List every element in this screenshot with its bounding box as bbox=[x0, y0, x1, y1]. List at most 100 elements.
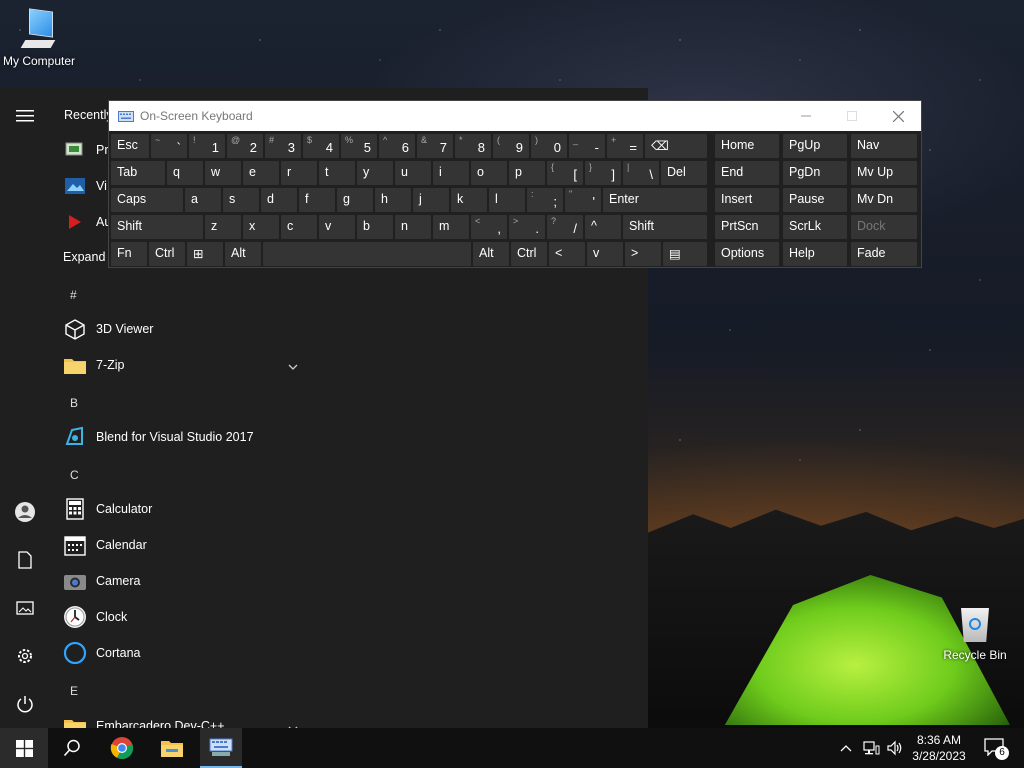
network-icon[interactable] bbox=[860, 728, 882, 768]
desktop-icon-recycle-bin[interactable]: Recycle Bin bbox=[940, 602, 1010, 662]
osk-key[interactable]: < bbox=[549, 242, 585, 266]
osk-key[interactable]: y bbox=[357, 161, 393, 185]
osk-key[interactable]: p bbox=[509, 161, 545, 185]
osk-key[interactable]: Alt bbox=[225, 242, 261, 266]
section-header-b[interactable]: B bbox=[70, 396, 78, 410]
app-item-cortana[interactable]: Cortana bbox=[50, 635, 310, 671]
osk-key[interactable]: d bbox=[261, 188, 297, 212]
osk-key[interactable]: " ' bbox=[565, 188, 601, 212]
show-hidden-icons-chevron-up-icon[interactable] bbox=[836, 728, 856, 768]
documents-icon[interactable] bbox=[0, 538, 50, 582]
chevron-down-icon[interactable] bbox=[288, 358, 298, 376]
power-icon[interactable] bbox=[0, 682, 50, 726]
osk-key[interactable]: f bbox=[299, 188, 335, 212]
osk-key[interactable]: | \ bbox=[623, 161, 659, 185]
osk-key[interactable]: g bbox=[337, 188, 373, 212]
close-button[interactable] bbox=[875, 101, 921, 131]
volume-icon[interactable] bbox=[884, 728, 906, 768]
osk-key[interactable]: v bbox=[587, 242, 623, 266]
osk-key[interactable]: & 7 bbox=[417, 134, 453, 158]
osk-key[interactable]: Mv Dn bbox=[851, 188, 917, 212]
osk-key[interactable]: Insert bbox=[715, 188, 779, 212]
app-item-7zip[interactable]: 7-Zip bbox=[50, 347, 300, 383]
app-item-camera[interactable]: Camera bbox=[50, 563, 310, 599]
osk-key[interactable]: k bbox=[451, 188, 487, 212]
app-item-blend[interactable]: Blend for Visual Studio 2017 bbox=[50, 419, 350, 455]
app-item-clock[interactable]: Clock bbox=[50, 599, 310, 635]
osk-key[interactable]: ScrLk bbox=[783, 215, 847, 239]
section-header-hash[interactable]: # bbox=[70, 288, 77, 302]
desktop-icon-my-computer[interactable]: My Computer bbox=[0, 8, 78, 68]
osk-key[interactable]: ~ ` bbox=[151, 134, 187, 158]
osk-key[interactable]: Fade bbox=[851, 242, 917, 266]
osk-key[interactable]: ⊞ bbox=[187, 242, 223, 266]
taskbar-file-explorer[interactable] bbox=[148, 728, 196, 768]
osk-key[interactable]: Tab bbox=[111, 161, 165, 185]
osk-key[interactable]: Ctrl bbox=[511, 242, 547, 266]
osk-key[interactable]: w bbox=[205, 161, 241, 185]
user-avatar-icon[interactable] bbox=[0, 490, 50, 534]
osk-key[interactable]: (9 bbox=[493, 134, 529, 158]
expand-link[interactable]: Expand bbox=[63, 250, 105, 264]
hamburger-menu-icon[interactable] bbox=[0, 94, 50, 138]
osk-key[interactable]: Pause bbox=[783, 188, 847, 212]
osk-key[interactable]: a bbox=[185, 188, 221, 212]
pictures-icon[interactable] bbox=[0, 586, 50, 630]
chevron-down-icon[interactable] bbox=[288, 720, 298, 728]
osk-key[interactable]: ▤ bbox=[663, 242, 707, 266]
start-button[interactable] bbox=[0, 728, 48, 768]
osk-key[interactable]: >. bbox=[509, 215, 545, 239]
osk-key[interactable]: PgDn bbox=[783, 161, 847, 185]
app-item-3d-viewer[interactable]: 3D Viewer bbox=[50, 311, 310, 347]
osk-key[interactable]: End bbox=[715, 161, 779, 185]
osk-key[interactable]: ⌫ bbox=[645, 134, 707, 158]
osk-key[interactable]: r bbox=[281, 161, 317, 185]
osk-key[interactable]: h bbox=[375, 188, 411, 212]
osk-key[interactable]: ) 0 bbox=[531, 134, 567, 158]
osk-key[interactable]: c bbox=[281, 215, 317, 239]
osk-key[interactable]: s bbox=[223, 188, 259, 212]
osk-key[interactable]: q bbox=[167, 161, 203, 185]
osk-key[interactable]: m bbox=[433, 215, 469, 239]
section-header-e[interactable]: E bbox=[70, 684, 78, 698]
osk-key[interactable]: i bbox=[433, 161, 469, 185]
taskbar-on-screen-keyboard[interactable] bbox=[200, 728, 242, 768]
osk-key[interactable]: * 8 bbox=[455, 134, 491, 158]
osk-key[interactable]: t bbox=[319, 161, 355, 185]
osk-key[interactable]: + = bbox=[607, 134, 643, 158]
osk-key[interactable]: Enter bbox=[603, 188, 707, 212]
osk-key[interactable]: _ - bbox=[569, 134, 605, 158]
osk-key[interactable]: > bbox=[625, 242, 661, 266]
osk-key[interactable]: n bbox=[395, 215, 431, 239]
osk-key[interactable]: Help bbox=[783, 242, 847, 266]
osk-key[interactable]: o bbox=[471, 161, 507, 185]
minimize-button[interactable] bbox=[783, 101, 829, 131]
osk-key[interactable]: $4 bbox=[303, 134, 339, 158]
settings-gear-icon[interactable] bbox=[0, 634, 50, 678]
osk-key[interactable]: @2 bbox=[227, 134, 263, 158]
clock-area[interactable]: 8:36 AM 3/28/2023 bbox=[908, 728, 970, 768]
osk-key[interactable]: PgUp bbox=[783, 134, 847, 158]
osk-key[interactable]: }] bbox=[585, 161, 621, 185]
osk-key[interactable]: Nav bbox=[851, 134, 917, 158]
osk-key[interactable]: j bbox=[413, 188, 449, 212]
osk-key[interactable] bbox=[263, 242, 471, 266]
osk-key[interactable]: #3 bbox=[265, 134, 301, 158]
osk-key[interactable]: ^ 6 bbox=[379, 134, 415, 158]
osk-key[interactable]: Home bbox=[715, 134, 779, 158]
osk-key[interactable]: v bbox=[319, 215, 355, 239]
osk-key[interactable]: u bbox=[395, 161, 431, 185]
osk-key[interactable]: Esc bbox=[111, 134, 149, 158]
osk-key[interactable]: Shift bbox=[623, 215, 707, 239]
search-button[interactable] bbox=[48, 728, 96, 768]
osk-key[interactable]: Alt bbox=[473, 242, 509, 266]
osk-key[interactable]: {[ bbox=[547, 161, 583, 185]
osk-key[interactable]: x bbox=[243, 215, 279, 239]
app-item-embarcadero[interactable]: Embarcadero Dev-C++ bbox=[50, 708, 300, 728]
osk-key[interactable]: ! 1 bbox=[189, 134, 225, 158]
osk-key[interactable]: e bbox=[243, 161, 279, 185]
osk-key[interactable]: ^ bbox=[585, 215, 621, 239]
osk-key[interactable]: <, bbox=[471, 215, 507, 239]
osk-key[interactable]: l bbox=[489, 188, 525, 212]
osk-key[interactable]: Fn bbox=[111, 242, 147, 266]
